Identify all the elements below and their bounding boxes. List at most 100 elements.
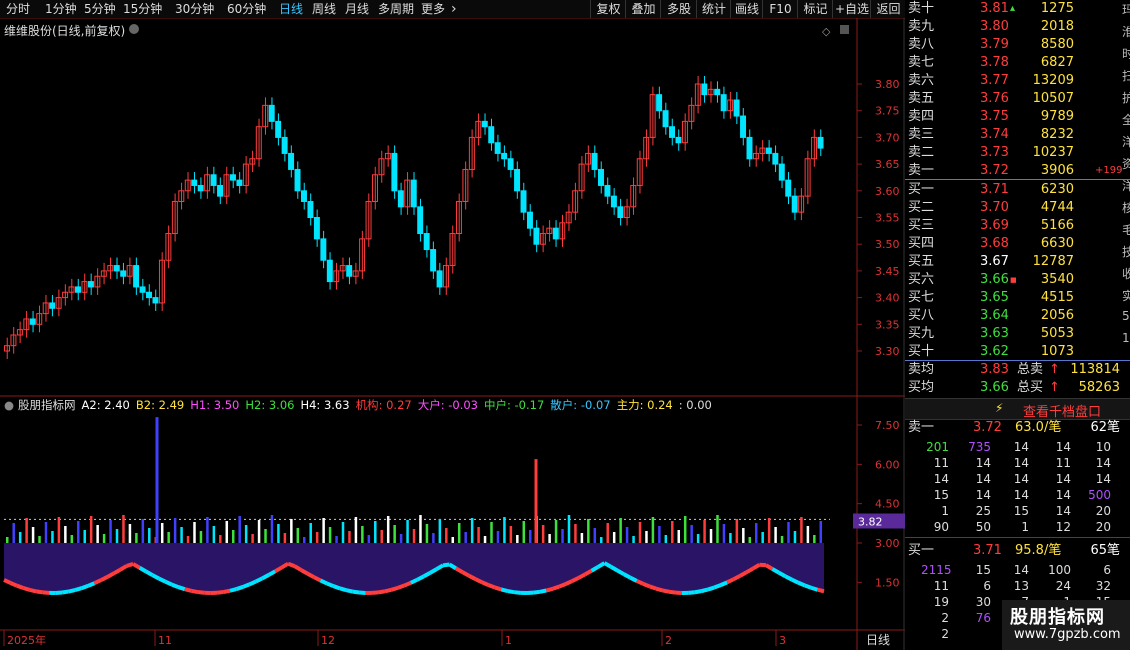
asks-row-0[interactable]: 卖十 3.81 1275 ▴ [905, 0, 1130, 18]
period-tab-3[interactable]: 15分钟 [123, 1, 162, 17]
price-tick-label: 3.55 [875, 212, 900, 225]
period-tab-6[interactable]: 日线 [279, 1, 303, 17]
period-tab-7[interactable]: 周线 [312, 1, 336, 17]
asks-volume: 8232 [1040, 127, 1074, 142]
band-edge [552, 584, 560, 591]
chevron-down-icon[interactable] [129, 24, 139, 34]
legend-item: H1: 3.50 [190, 398, 239, 412]
indicator-bar [12, 523, 15, 543]
asks-row-4[interactable]: 卖六 3.77 13209 [905, 72, 1130, 90]
legend-colon: : [261, 398, 269, 412]
bids-row-0[interactable]: 买一 3.71 6230 [905, 181, 1130, 199]
band-edge [345, 588, 354, 594]
indicator-bar [470, 518, 474, 543]
edge-char: 毛 [1122, 223, 1130, 237]
band-edge [662, 588, 670, 594]
asks-label: 卖八 [908, 37, 935, 52]
asks-row-7[interactable]: 卖三 3.74 8232 [905, 126, 1130, 144]
asks-row-3[interactable]: 卖七 3.78 6827 [905, 54, 1130, 72]
chart-area[interactable]: ◇ 3.80 3.75 3.70 3.65 3.60 3.55 3.50 3.45 3.40 3.3… [0, 18, 905, 650]
band-edge [726, 577, 735, 585]
candle-body [610, 195, 617, 208]
asks-row-6[interactable]: 卖四 3.75 9789 [905, 108, 1130, 126]
period-tab-2[interactable]: 5分钟 [84, 1, 116, 17]
asks-row-9[interactable]: 卖一 3.72 3906 +199 [905, 162, 1130, 180]
chevron-right-icon[interactable]: › [451, 1, 457, 17]
band-edge [254, 576, 264, 584]
asks-price: 3.78 [980, 55, 1009, 70]
legend-item: A2: 2.40 [82, 398, 130, 412]
indicator-bar [496, 531, 500, 543]
indicator-bar [231, 530, 235, 543]
candle-body [526, 211, 533, 229]
asks-volume: 1275 [1040, 1, 1074, 16]
period-tab-9[interactable]: 多周期 [378, 1, 414, 17]
toolbar-button-0[interactable]: 复权 [590, 0, 626, 18]
band-edge [35, 589, 44, 595]
toolbar-button-3[interactable]: 统计 [696, 0, 731, 18]
toolbar-button-4[interactable]: 画线 [730, 0, 763, 18]
indicator-bar [141, 519, 145, 543]
indicator-bar [658, 526, 661, 543]
toolbar-button-6[interactable]: 标记 [797, 0, 833, 18]
view-depth-button[interactable]: ⚡ 查看千档盘口 [905, 398, 1130, 420]
candle-body [391, 152, 398, 192]
candle-body [501, 152, 508, 160]
diamond-icon[interactable]: ◇ [822, 25, 831, 38]
band-edge [507, 589, 515, 595]
bids-row-5[interactable]: 买六 3.66 3540 ■ [905, 271, 1130, 289]
indicator-bar [445, 528, 448, 543]
orderbook-divider [905, 179, 1130, 180]
period-tab-10[interactable]: 更多 [421, 1, 445, 17]
asks-price: 3.79 [980, 37, 1009, 52]
asks-row-8[interactable]: 卖二 3.73 10237 [905, 144, 1130, 162]
buy1_detail-count: 65笔 [1090, 543, 1120, 558]
indicator-chevron-icon[interactable]: ● [4, 398, 14, 412]
toolbar-button-5[interactable]: F10 [762, 0, 798, 18]
period-tab-1[interactable]: 1分钟 [45, 1, 77, 17]
indicator-bar [490, 522, 493, 543]
indicator-bar [77, 521, 80, 543]
toolbar-button-2[interactable]: 多股 [660, 0, 697, 18]
candle-body [733, 99, 740, 117]
bids-row-2[interactable]: 买三 3.69 5166 [905, 217, 1130, 235]
candle-body [288, 152, 295, 170]
period-tab-0[interactable]: 分时 [6, 1, 30, 17]
period-tab-5[interactable]: 60分钟 [227, 1, 266, 17]
expand-icon[interactable] [840, 25, 849, 34]
detail-cell: 100 [1048, 563, 1071, 577]
bids-row-3[interactable]: 买四 3.68 6630 [905, 235, 1130, 253]
candle-body [346, 265, 353, 277]
up-arrow-icon: ▴ [1010, 3, 1016, 14]
asks-row-1[interactable]: 卖九 3.80 2018 [905, 18, 1130, 36]
band-edge [558, 582, 567, 589]
bids-row-8[interactable]: 买九 3.63 5053 [905, 325, 1130, 343]
indicator-bar [638, 522, 642, 543]
indicator-bar [25, 518, 28, 543]
bids-row-4[interactable]: 买五 3.67 12787 [905, 253, 1130, 271]
candle-body [275, 120, 282, 138]
legend-value: 3.06 [268, 398, 295, 412]
bids-row-6[interactable]: 买七 3.65 4515 [905, 289, 1130, 307]
indicator-bar [457, 523, 461, 543]
edge-char: 护 [1122, 91, 1130, 105]
indicator-tick-label: 4.50 [875, 498, 900, 511]
asks-row-2[interactable]: 卖八 3.79 8580 [905, 36, 1130, 54]
toolbar-button-8[interactable]: 返回 [870, 0, 906, 18]
period-label: 日线 [866, 633, 890, 647]
bids-row-9[interactable]: 买十 3.62 1073 [905, 343, 1130, 361]
toolbar-button-7[interactable]: +自选 [832, 0, 871, 18]
toolbar-button-1[interactable]: 叠加 [625, 0, 661, 18]
band-edge [22, 586, 31, 592]
indicator-bar [703, 520, 706, 543]
bids-volume: 5166 [1040, 218, 1074, 233]
period-tab-8[interactable]: 月线 [345, 1, 369, 17]
band-edge [371, 590, 379, 595]
bids-row-1[interactable]: 买二 3.70 4744 [905, 199, 1130, 217]
legend-item: 机构: 0.27 [356, 398, 412, 412]
period-tab-4[interactable]: 30分钟 [175, 1, 214, 17]
detail-cell: 50 [975, 520, 991, 534]
bids-row-7[interactable]: 买八 3.64 2056 [905, 307, 1130, 325]
bids-volume: 5053 [1040, 326, 1074, 341]
asks-row-5[interactable]: 卖五 3.76 10507 [905, 90, 1130, 108]
